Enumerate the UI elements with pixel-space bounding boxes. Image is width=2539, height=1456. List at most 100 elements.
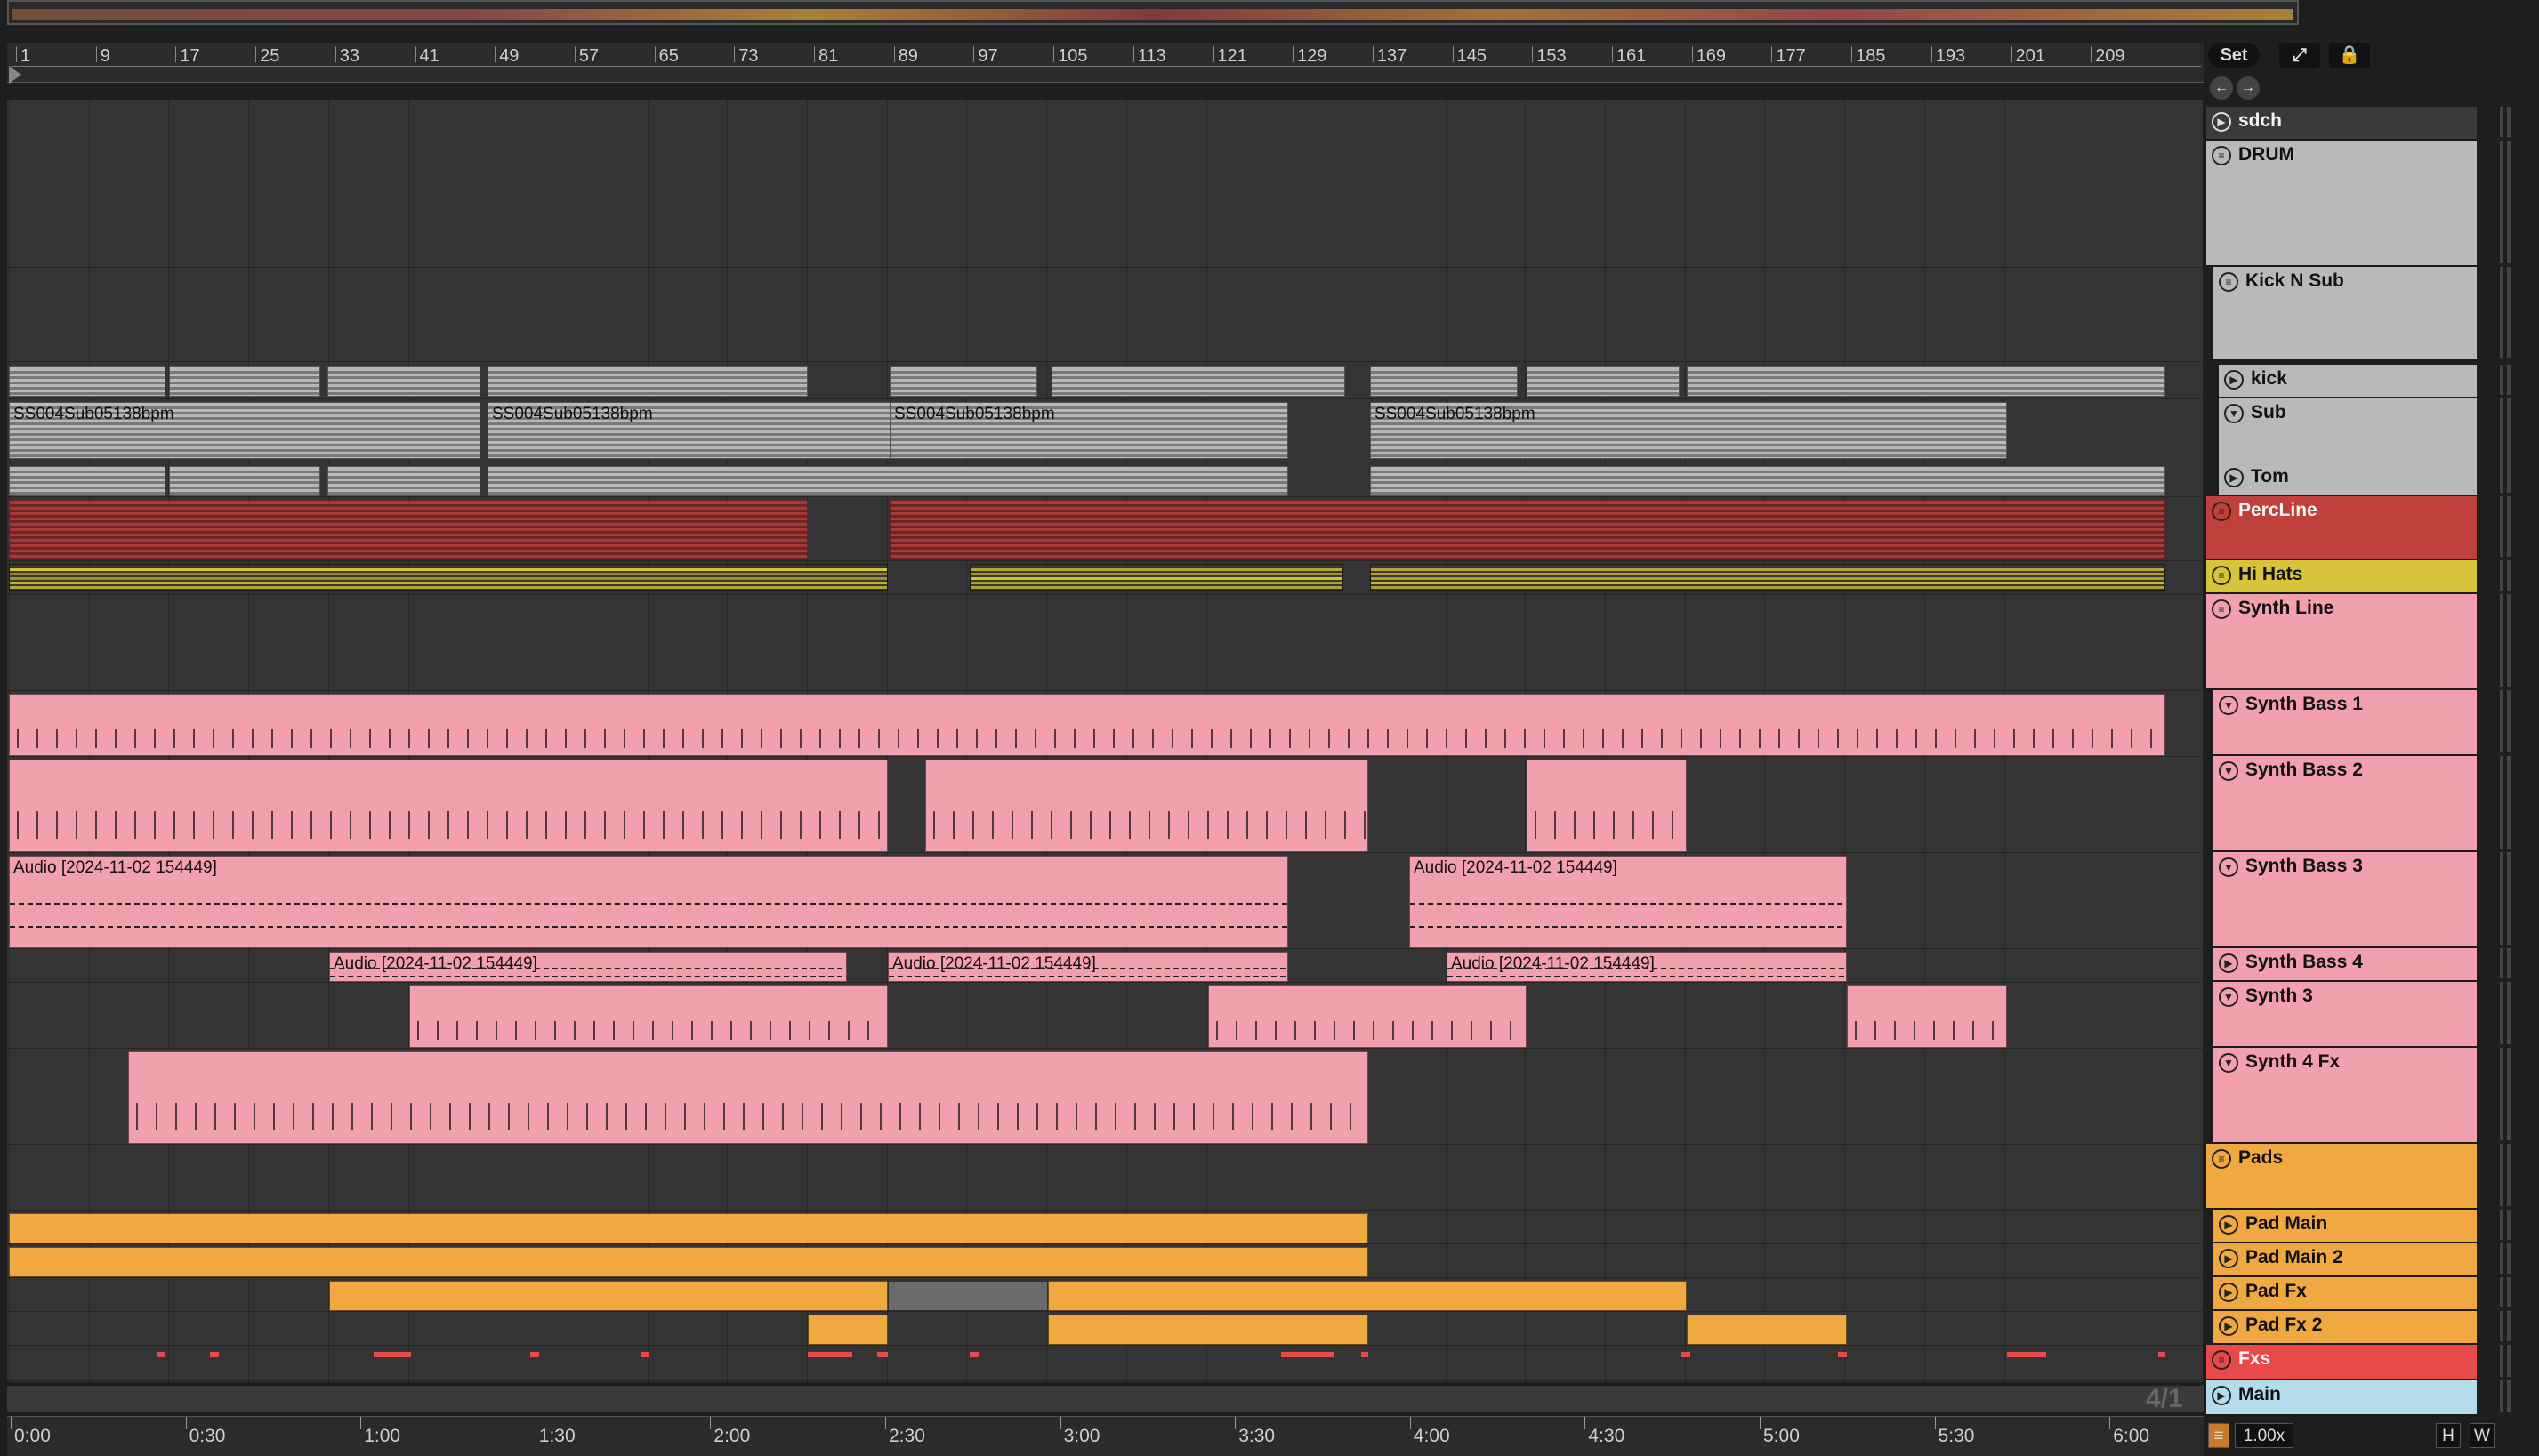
play-icon[interactable]: ▶ bbox=[2212, 112, 2231, 132]
group-icon[interactable]: ≡ bbox=[2212, 1350, 2231, 1370]
clip[interactable] bbox=[1370, 564, 2165, 591]
clip[interactable] bbox=[1687, 366, 2165, 397]
clip[interactable] bbox=[1370, 466, 2165, 496]
clip[interactable] bbox=[877, 1352, 888, 1357]
horizontal-scrollbar[interactable] bbox=[7, 1386, 2204, 1412]
clip[interactable] bbox=[157, 1352, 165, 1357]
down-icon[interactable]: ▼ bbox=[2219, 857, 2238, 877]
clip[interactable] bbox=[9, 366, 165, 397]
clip[interactable] bbox=[890, 366, 1037, 397]
arrangement-lane[interactable] bbox=[7, 1144, 2203, 1211]
clip[interactable] bbox=[2007, 1352, 2046, 1357]
clip[interactable]: Audio [2024-11-02 154449] bbox=[9, 856, 1288, 948]
track-header[interactable]: ▶ Main bbox=[2204, 1380, 2477, 1416]
clip[interactable] bbox=[9, 1213, 1368, 1243]
clip[interactable] bbox=[327, 466, 480, 496]
clip[interactable] bbox=[1361, 1352, 1368, 1357]
track-header[interactable]: ▼ Synth Bass 3 bbox=[2212, 852, 2477, 948]
clip[interactable]: Audio [2024-11-02 154449] bbox=[1447, 952, 1847, 982]
clip[interactable]: Audio [2024-11-02 154449] bbox=[888, 952, 1288, 982]
clip[interactable] bbox=[1048, 1315, 1368, 1345]
track-header[interactable]: ▼ Synth 3 bbox=[2212, 982, 2477, 1048]
clip[interactable] bbox=[1052, 366, 1345, 397]
clip[interactable] bbox=[1527, 760, 1687, 852]
clip[interactable] bbox=[9, 1247, 1368, 1277]
down-icon[interactable]: ▼ bbox=[2219, 696, 2238, 715]
arrangement-lane[interactable] bbox=[7, 141, 2203, 268]
set-button[interactable]: Set bbox=[2208, 43, 2260, 68]
clip[interactable]: SS004Sub05138bpm bbox=[1370, 402, 2007, 459]
clip[interactable]: Audio [2024-11-02 154449] bbox=[329, 952, 847, 982]
track-header[interactable]: ▼ Synth Bass 1 bbox=[2212, 690, 2477, 756]
clip[interactable] bbox=[169, 466, 320, 496]
clip[interactable] bbox=[9, 694, 2165, 756]
h-button[interactable]: H bbox=[2436, 1423, 2461, 1448]
track-header[interactable]: ▶ kick bbox=[2217, 365, 2477, 398]
down-icon[interactable]: ▼ bbox=[2219, 761, 2238, 781]
track-header[interactable]: ▶ sdch bbox=[2204, 107, 2477, 141]
play-icon[interactable]: ▶ bbox=[2219, 1283, 2238, 1302]
play-icon[interactable]: ▶ bbox=[2224, 370, 2244, 390]
track-header[interactable]: ≡ PercLine bbox=[2204, 496, 2477, 560]
arrangement-lane[interactable] bbox=[7, 107, 2203, 141]
clip[interactable] bbox=[128, 1051, 1368, 1144]
loop-brace[interactable] bbox=[11, 66, 2201, 83]
nav-right-icon[interactable]: → bbox=[2237, 76, 2260, 100]
clip[interactable] bbox=[169, 366, 320, 397]
expand-icon[interactable]: ⤢ bbox=[2279, 43, 2320, 68]
clip[interactable] bbox=[1838, 1352, 1847, 1357]
clip[interactable] bbox=[2158, 1352, 2165, 1357]
clip[interactable] bbox=[409, 985, 888, 1048]
clip[interactable] bbox=[808, 1352, 852, 1357]
clip[interactable] bbox=[1681, 1352, 1690, 1357]
clip[interactable]: Audio [2024-11-02 154449] bbox=[1409, 856, 1847, 948]
start-marker-icon[interactable] bbox=[9, 66, 21, 84]
clip[interactable] bbox=[1370, 366, 1518, 397]
clip[interactable] bbox=[374, 1352, 411, 1357]
track-header[interactable]: ▶ Pad Fx bbox=[2212, 1277, 2477, 1311]
arrangement-lane[interactable] bbox=[7, 1380, 2203, 1382]
clip[interactable] bbox=[488, 466, 1288, 496]
play-icon[interactable]: ▶ bbox=[2212, 1386, 2231, 1405]
clip[interactable] bbox=[210, 1352, 219, 1357]
track-header[interactable]: ▶ Tom bbox=[2217, 463, 2477, 496]
clip[interactable] bbox=[970, 564, 1343, 591]
clip[interactable] bbox=[9, 466, 165, 496]
group-icon[interactable]: ≡ bbox=[2212, 502, 2231, 521]
waveform-icon[interactable]: ≡ bbox=[2208, 1423, 2229, 1448]
track-header[interactable]: ▶ Pad Fx 2 bbox=[2212, 1311, 2477, 1345]
track-header[interactable]: ≡ Kick N Sub bbox=[2212, 267, 2477, 361]
play-icon[interactable]: ▶ bbox=[2224, 468, 2244, 487]
clip[interactable] bbox=[329, 1281, 888, 1311]
clip[interactable] bbox=[1687, 1315, 1847, 1345]
group-icon[interactable]: ≡ bbox=[2219, 272, 2238, 292]
clip[interactable]: SS004Sub05138bpm bbox=[890, 402, 1288, 459]
group-icon[interactable]: ≡ bbox=[2212, 146, 2231, 165]
clip[interactable] bbox=[1527, 366, 1680, 397]
zoom-value[interactable]: 1.00x bbox=[2235, 1423, 2293, 1448]
clip[interactable] bbox=[9, 564, 888, 591]
clip[interactable] bbox=[9, 500, 808, 559]
play-icon[interactable]: ▶ bbox=[2219, 1249, 2238, 1268]
clip[interactable] bbox=[327, 366, 480, 397]
track-header[interactable]: ≡ Hi Hats bbox=[2204, 560, 2477, 594]
clip[interactable] bbox=[641, 1352, 649, 1357]
arrangement-view[interactable]: SS004Sub05138bpm SS004Sub05138bpm SS004Sub… bbox=[7, 100, 2203, 1382]
group-icon[interactable]: ≡ bbox=[2212, 599, 2231, 619]
track-header[interactable]: ▼ Synth 4 Fx bbox=[2212, 1048, 2477, 1144]
clip[interactable] bbox=[1048, 1281, 1687, 1311]
group-icon[interactable]: ≡ bbox=[2212, 566, 2231, 585]
clip[interactable] bbox=[925, 760, 1368, 852]
nav-left-icon[interactable]: ← bbox=[2210, 76, 2233, 100]
arrangement-overview[interactable] bbox=[7, 0, 2299, 25]
clip[interactable] bbox=[1208, 985, 1527, 1048]
clip[interactable] bbox=[530, 1352, 539, 1357]
lock-icon[interactable]: 🔒 bbox=[2329, 43, 2370, 68]
clip[interactable] bbox=[890, 500, 2165, 559]
clip[interactable] bbox=[970, 1352, 979, 1357]
track-header[interactable]: ▼ Synth Bass 2 bbox=[2212, 756, 2477, 852]
down-icon[interactable]: ▼ bbox=[2224, 404, 2244, 423]
w-button[interactable]: W bbox=[2470, 1423, 2495, 1448]
clip[interactable] bbox=[1281, 1352, 1334, 1357]
arrangement-lane[interactable] bbox=[7, 1345, 2203, 1381]
